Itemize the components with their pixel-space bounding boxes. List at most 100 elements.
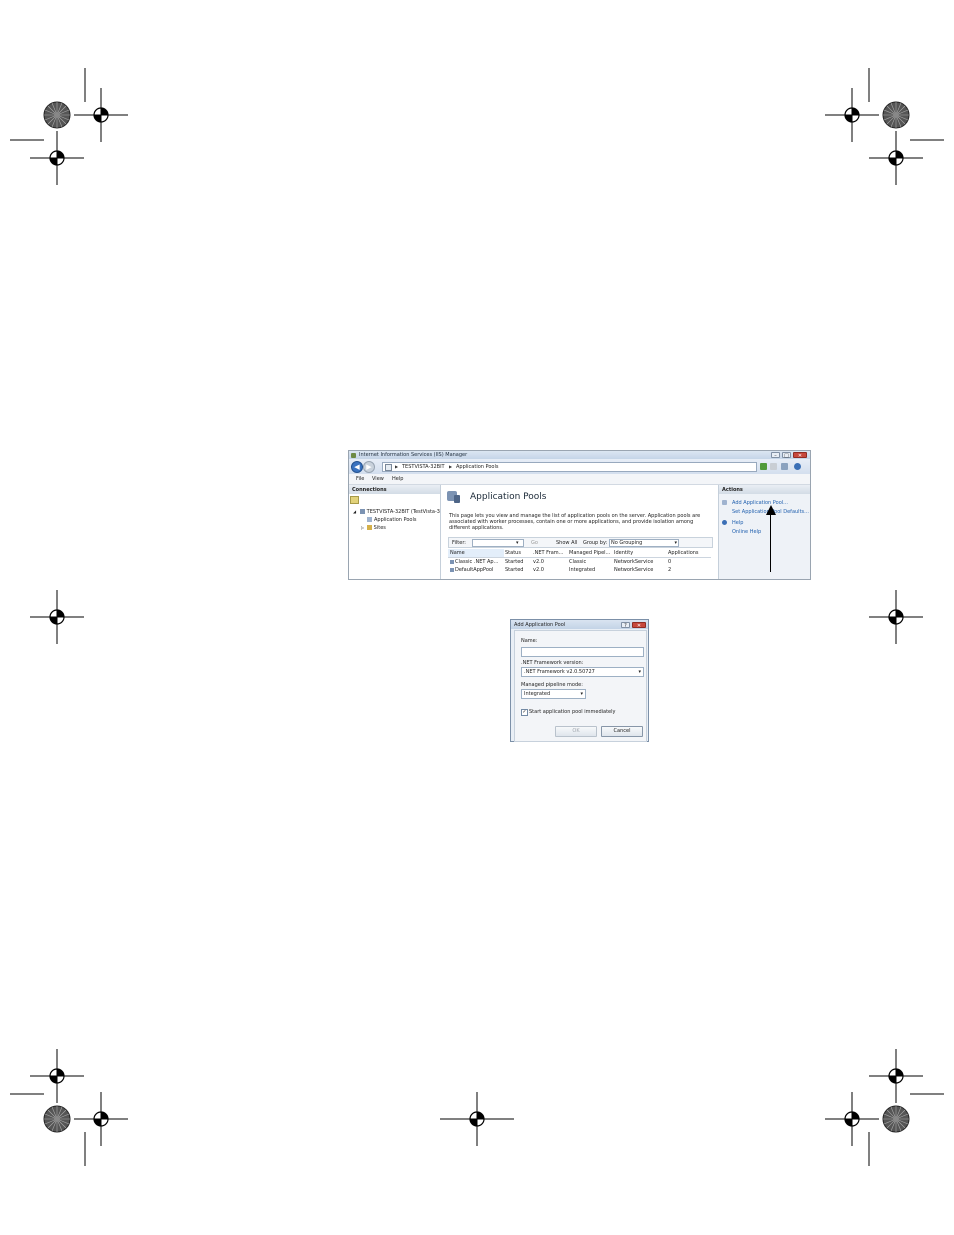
app-pool-icon: [367, 517, 372, 522]
start-immediately-checkbox[interactable]: ✓: [521, 709, 528, 716]
cell-pipeline: Classic: [569, 559, 587, 565]
help-icon: [722, 520, 727, 525]
chevron-down-icon: ▾: [674, 540, 677, 546]
tree-node-label: TESTVISTA-32BIT (TestVista-3: [366, 509, 440, 515]
column-managed-pipeline[interactable]: Managed Pipel...: [569, 549, 613, 557]
iis-manager-window: Internet Information Services (IIS) Mana…: [348, 450, 811, 580]
dialog-title-bar: Add Application Pool ? ✕: [511, 620, 648, 629]
chevron-down-icon: ▾: [638, 669, 641, 675]
application-pools-table: Name Status .NET Fram... Managed Pipel..…: [448, 549, 711, 574]
page-title: Application Pools: [470, 492, 547, 502]
pipeline-select[interactable]: Integrated ▾: [521, 689, 586, 699]
dialog-close-button[interactable]: ✕: [632, 621, 646, 629]
cell-name: DefaultAppPool: [455, 567, 494, 573]
cell-applications: 2: [668, 567, 672, 573]
add-app-pool-icon: [722, 500, 727, 505]
column-net-framework[interactable]: .NET Fram...: [533, 549, 567, 557]
breadcrumb-separator: ▶: [395, 464, 399, 469]
show-all-button[interactable]: Show All: [556, 540, 577, 546]
cell-applications: 0: [668, 559, 672, 565]
ok-button[interactable]: OK: [555, 726, 597, 737]
chevron-down-icon: ▾: [580, 691, 583, 697]
navigation-bar: ◀ ▶ ▶ TESTVISTA-32BIT ▶ Application Pool…: [349, 459, 810, 474]
table-row[interactable]: DefaultAppPool Started v2.0 Integrated N…: [448, 566, 711, 574]
minimize-button[interactable]: –: [771, 452, 780, 459]
window-title: Internet Information Services (IIS) Mana…: [359, 452, 468, 458]
refresh-icon[interactable]: [760, 463, 767, 470]
breadcrumb-application-pools[interactable]: Application Pools: [456, 464, 498, 470]
connect-icon[interactable]: [781, 463, 788, 470]
actions-header: Actions: [719, 485, 810, 494]
framework-select[interactable]: .NET Framework v2.0.50727 ▾: [521, 667, 644, 677]
new-connection-icon[interactable]: [350, 496, 359, 504]
table-header: Name Status .NET Fram... Managed Pipel..…: [448, 549, 711, 558]
column-applications[interactable]: Applications: [668, 549, 708, 557]
column-name[interactable]: Name: [448, 549, 504, 557]
breadcrumb-server[interactable]: TESTVISTA-32BIT: [402, 464, 445, 470]
name-input[interactable]: [521, 647, 644, 657]
expand-icon[interactable]: ▷: [361, 525, 364, 530]
framework-value: .NET Framework v2.0.50727: [524, 669, 595, 675]
cell-status: Started: [505, 567, 524, 573]
back-button[interactable]: ◀: [351, 461, 363, 473]
framework-label: .NET Framework version:: [521, 660, 584, 666]
connections-header-label: Connections: [352, 487, 387, 493]
close-button[interactable]: ✕: [793, 452, 807, 459]
dialog-help-button[interactable]: ?: [621, 621, 630, 629]
pipeline-label: Managed pipeline mode:: [521, 682, 583, 688]
table-row[interactable]: Classic .NET Ap... Started v2.0 Classic …: [448, 558, 711, 566]
pipeline-value: Integrated: [524, 691, 551, 697]
filter-label: Filter:: [452, 539, 466, 546]
group-by-select[interactable]: No Grouping ▾: [609, 539, 679, 547]
dialog-title: Add Application Pool: [514, 622, 566, 628]
go-button[interactable]: Go: [531, 540, 538, 546]
actions-header-label: Actions: [722, 487, 743, 493]
start-immediately-label: Start application pool immediately: [529, 709, 616, 715]
stop-icon[interactable]: [770, 463, 777, 470]
dialog-body: Name: .NET Framework version: .NET Frame…: [514, 630, 647, 742]
application-pools-page: Application Pools This page lets you vie…: [442, 485, 717, 579]
forward-button[interactable]: ▶: [363, 461, 375, 473]
filter-bar: Filter: ▾ Go Show All Group by: No Group…: [448, 537, 713, 548]
group-by-value: No Grouping: [611, 540, 643, 546]
page-description: This page lets you view and manage the l…: [449, 513, 701, 531]
menu-view[interactable]: View: [372, 476, 384, 482]
tree-node-label: Application Pools: [374, 517, 417, 523]
print-registration-marks: [10, 68, 944, 1166]
cell-pipeline: Integrated: [569, 567, 596, 573]
cell-net-framework: v2.0: [533, 559, 544, 565]
menu-help[interactable]: Help: [392, 476, 403, 482]
annotation-arrow-head: [766, 505, 776, 515]
address-bar[interactable]: ▶ TESTVISTA-32BIT ▶ Application Pools: [382, 462, 757, 472]
menu-file[interactable]: File: [356, 476, 364, 482]
menu-bar: File View Help: [349, 474, 810, 485]
add-application-pool-link[interactable]: Add Application Pool...: [732, 500, 788, 506]
collapse-icon[interactable]: ◢: [353, 509, 356, 514]
tree-node-application-pools[interactable]: Application Pools: [367, 517, 416, 523]
server-icon: [359, 509, 365, 514]
annotation-arrow-line: [770, 512, 771, 572]
cancel-button[interactable]: Cancel: [601, 726, 643, 737]
help-icon[interactable]: [794, 463, 801, 470]
column-status[interactable]: Status: [505, 549, 531, 557]
cell-identity: NetworkService: [614, 559, 654, 565]
cell-net-framework: v2.0: [533, 567, 544, 573]
online-help-link[interactable]: Online Help: [732, 529, 761, 535]
help-link[interactable]: Help: [732, 520, 743, 526]
app-pool-icon: [450, 559, 454, 564]
app-pool-icon: [450, 567, 454, 572]
connections-pane: Connections ◢ TESTVISTA-32BIT (TestVista…: [349, 485, 441, 579]
column-identity[interactable]: Identity: [614, 549, 664, 557]
title-bar: Internet Information Services (IIS) Mana…: [349, 451, 810, 459]
tree-node-label: Sites: [373, 525, 386, 531]
tree-node-sites[interactable]: ▷ Sites: [361, 525, 386, 531]
actions-pane: Actions Add Application Pool... Set Appl…: [718, 485, 810, 579]
server-icon: [385, 464, 392, 471]
filter-dropdown-arrow[interactable]: ▾: [516, 540, 519, 546]
folder-icon: [366, 525, 372, 530]
cell-identity: NetworkService: [614, 567, 654, 573]
group-by-label: Group by:: [583, 539, 608, 546]
maximize-button[interactable]: □: [782, 452, 791, 459]
name-label: Name:: [521, 638, 538, 644]
tree-node-server[interactable]: ◢ TESTVISTA-32BIT (TestVista-3: [353, 509, 440, 515]
